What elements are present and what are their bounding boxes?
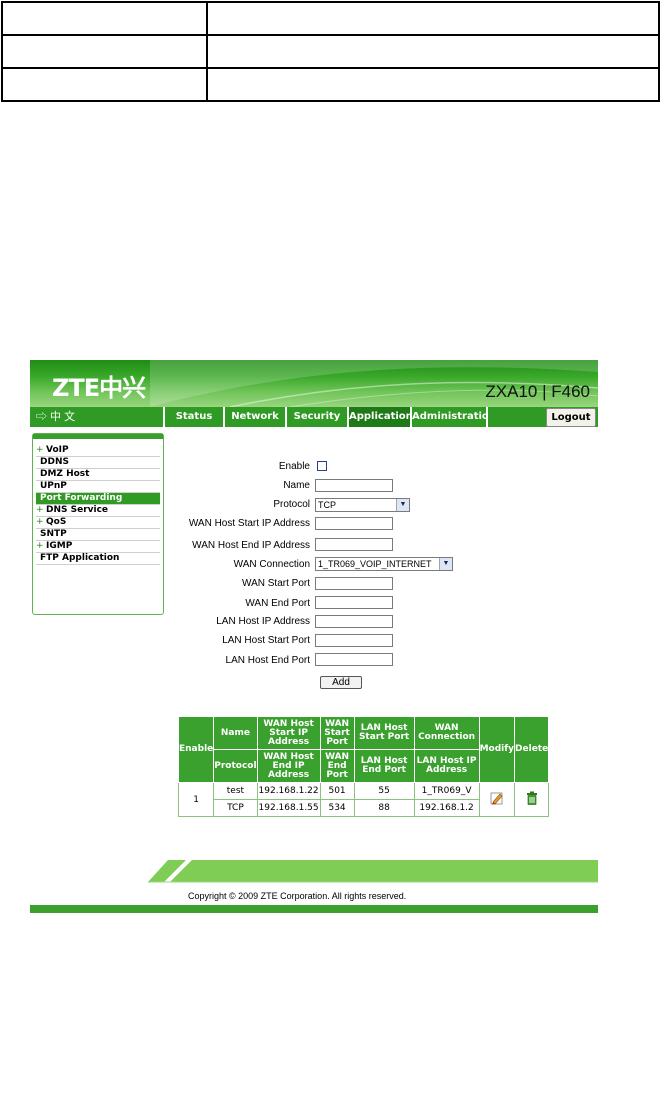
col-modify: Modify bbox=[478, 716, 516, 783]
cell-wan-start-port: 501 bbox=[319, 782, 355, 800]
tab-application[interactable]: Application bbox=[349, 407, 413, 427]
table-cell bbox=[206, 67, 660, 102]
edit-icon[interactable] bbox=[490, 791, 504, 805]
enable-checkbox[interactable] bbox=[317, 461, 327, 471]
sidebar-item-dns-service[interactable]: + DNS Service bbox=[36, 505, 160, 517]
lan-end-port-input[interactable] bbox=[315, 653, 393, 666]
router-web-ui: ZTE中兴 ZXA10 | F460 ⇨ 中 文 Status Network … bbox=[30, 360, 598, 913]
col-lan-ip: LAN Host IP Address bbox=[413, 749, 480, 783]
name-label: Name bbox=[283, 480, 310, 491]
header-banner: ZTE中兴 ZXA10 | F460 bbox=[30, 360, 598, 407]
wan-end-ip-input[interactable] bbox=[315, 538, 393, 551]
table-cell bbox=[1, 34, 208, 69]
wan-end-ip-label: WAN Host End IP Address bbox=[192, 540, 310, 551]
table-cell bbox=[206, 1, 660, 36]
wan-connection-select[interactable]: 1_TR069_VOIP_INTERNET ▼ bbox=[315, 557, 453, 571]
col-protocol: Protocol bbox=[213, 749, 258, 783]
cell-enable: 1 bbox=[177, 782, 215, 817]
lan-start-port-input[interactable] bbox=[315, 634, 393, 647]
device-model: ZXA10 | F460 bbox=[485, 382, 590, 401]
lan-start-port-label: LAN Host Start Port bbox=[222, 635, 310, 646]
wan-start-ip-label: WAN Host Start IP Address bbox=[188, 518, 310, 529]
zte-logo: ZTE中兴 bbox=[52, 374, 146, 402]
tab-administration[interactable]: Administration bbox=[412, 407, 496, 427]
sidebar-item-label: VoIP bbox=[46, 445, 69, 455]
lan-ip-label: LAN Host IP Address bbox=[216, 616, 310, 627]
wan-connection-label: WAN Connection bbox=[233, 559, 310, 570]
col-delete: Delete bbox=[514, 716, 550, 783]
footer-bar bbox=[30, 905, 598, 913]
col-enable: Enable bbox=[177, 716, 215, 783]
cell-wan-connection: 1_TR069_V bbox=[413, 782, 480, 800]
sidebar-item-port-forwarding[interactable]: Port Forwarding bbox=[36, 493, 160, 505]
protocol-label: Protocol bbox=[273, 499, 310, 510]
sidebar-item-ddns[interactable]: DDNS bbox=[36, 457, 160, 469]
top-nav: ⇨ 中 文 Status Network Security Applicatio… bbox=[30, 407, 598, 427]
cell-lan-end-port: 88 bbox=[353, 799, 415, 817]
table-row bbox=[1, 34, 660, 69]
cell-wan-start-ip: 192.168.1.22 bbox=[256, 782, 321, 800]
sidebar-item-label: QoS bbox=[46, 517, 67, 527]
cell-modify bbox=[478, 782, 516, 817]
col-wan-end-port: WAN End Port bbox=[319, 749, 355, 783]
footer-band-graphic bbox=[148, 860, 598, 883]
table-header-row: Enable Name WAN Host Start IP Address WA… bbox=[177, 716, 550, 783]
expand-plus-icon: + bbox=[36, 541, 44, 551]
cell-name: test bbox=[213, 782, 258, 800]
document-table bbox=[1, 1, 660, 102]
cell-wan-end-ip: 192.168.1.55 bbox=[256, 799, 321, 817]
table-cell bbox=[1, 67, 208, 102]
wan-start-port-label: WAN Start Port bbox=[242, 578, 310, 589]
expand-plus-icon: + bbox=[36, 517, 44, 527]
col-lan-start-port: LAN Host Start Port bbox=[353, 716, 415, 750]
col-name: Name bbox=[213, 716, 258, 750]
add-button[interactable]: Add bbox=[320, 676, 362, 689]
copyright-text: Copyright © 2009 ZTE Corporation. All ri… bbox=[188, 891, 407, 901]
table-cell bbox=[206, 34, 660, 69]
sidebar-header-bar bbox=[33, 434, 163, 439]
tab-security[interactable]: Security bbox=[287, 407, 347, 427]
trash-icon[interactable] bbox=[525, 791, 539, 805]
port-forwarding-table: Enable Name WAN Host Start IP Address WA… bbox=[177, 716, 550, 817]
table-row bbox=[1, 67, 660, 102]
cell-protocol: TCP bbox=[213, 799, 258, 817]
chevron-down-icon: ▼ bbox=[439, 558, 452, 570]
sidebar-item-voip[interactable]: + VoIP bbox=[36, 445, 160, 457]
sidebar-item-upnp[interactable]: UPnP bbox=[36, 481, 160, 493]
col-wan-end-ip: WAN Host End IP Address bbox=[256, 749, 321, 783]
wan-start-ip-input[interactable] bbox=[315, 517, 393, 530]
table-row bbox=[1, 1, 660, 36]
wan-end-port-label: WAN End Port bbox=[245, 598, 310, 609]
wan-end-port-input[interactable] bbox=[315, 596, 393, 609]
lan-ip-input[interactable] bbox=[315, 615, 393, 628]
language-switch[interactable]: ⇨ 中 文 bbox=[30, 407, 163, 427]
wan-connection-selected: 1_TR069_VOIP_INTERNET bbox=[318, 559, 432, 569]
tab-network[interactable]: Network bbox=[225, 407, 285, 427]
expand-plus-icon: + bbox=[36, 445, 44, 455]
chevron-down-icon: ▼ bbox=[396, 499, 409, 511]
cell-wan-end-port: 534 bbox=[319, 799, 355, 817]
sidebar-item-label: IGMP bbox=[46, 541, 73, 551]
expand-plus-icon: + bbox=[36, 505, 44, 515]
cell-delete bbox=[514, 782, 550, 817]
wan-start-port-input[interactable] bbox=[315, 577, 393, 590]
tab-status[interactable]: Status bbox=[165, 407, 223, 427]
col-wan-connection: WAN Connection bbox=[413, 716, 480, 750]
sidebar-item-label: DNS Service bbox=[46, 505, 109, 515]
sidebar-item-dmz-host[interactable]: DMZ Host bbox=[36, 469, 160, 481]
name-input[interactable] bbox=[315, 479, 393, 492]
logout-button[interactable]: Logout bbox=[546, 408, 596, 427]
table-row: 1 test 192.168.1.22 501 55 1_TR069_V bbox=[177, 782, 550, 817]
protocol-select[interactable]: TCP ▼ bbox=[315, 498, 410, 512]
table-cell bbox=[1, 1, 208, 36]
lan-end-port-label: LAN Host End Port bbox=[225, 655, 310, 666]
protocol-selected: TCP bbox=[318, 500, 336, 510]
col-wan-start-port: WAN Start Port bbox=[319, 716, 355, 750]
cell-lan-ip: 192.168.1.2 bbox=[413, 799, 480, 817]
col-wan-start-ip: WAN Host Start IP Address bbox=[256, 716, 321, 750]
col-lan-end-port: LAN Host End Port bbox=[353, 749, 415, 783]
enable-label: Enable bbox=[278, 461, 310, 472]
cell-lan-start-port: 55 bbox=[353, 782, 415, 800]
